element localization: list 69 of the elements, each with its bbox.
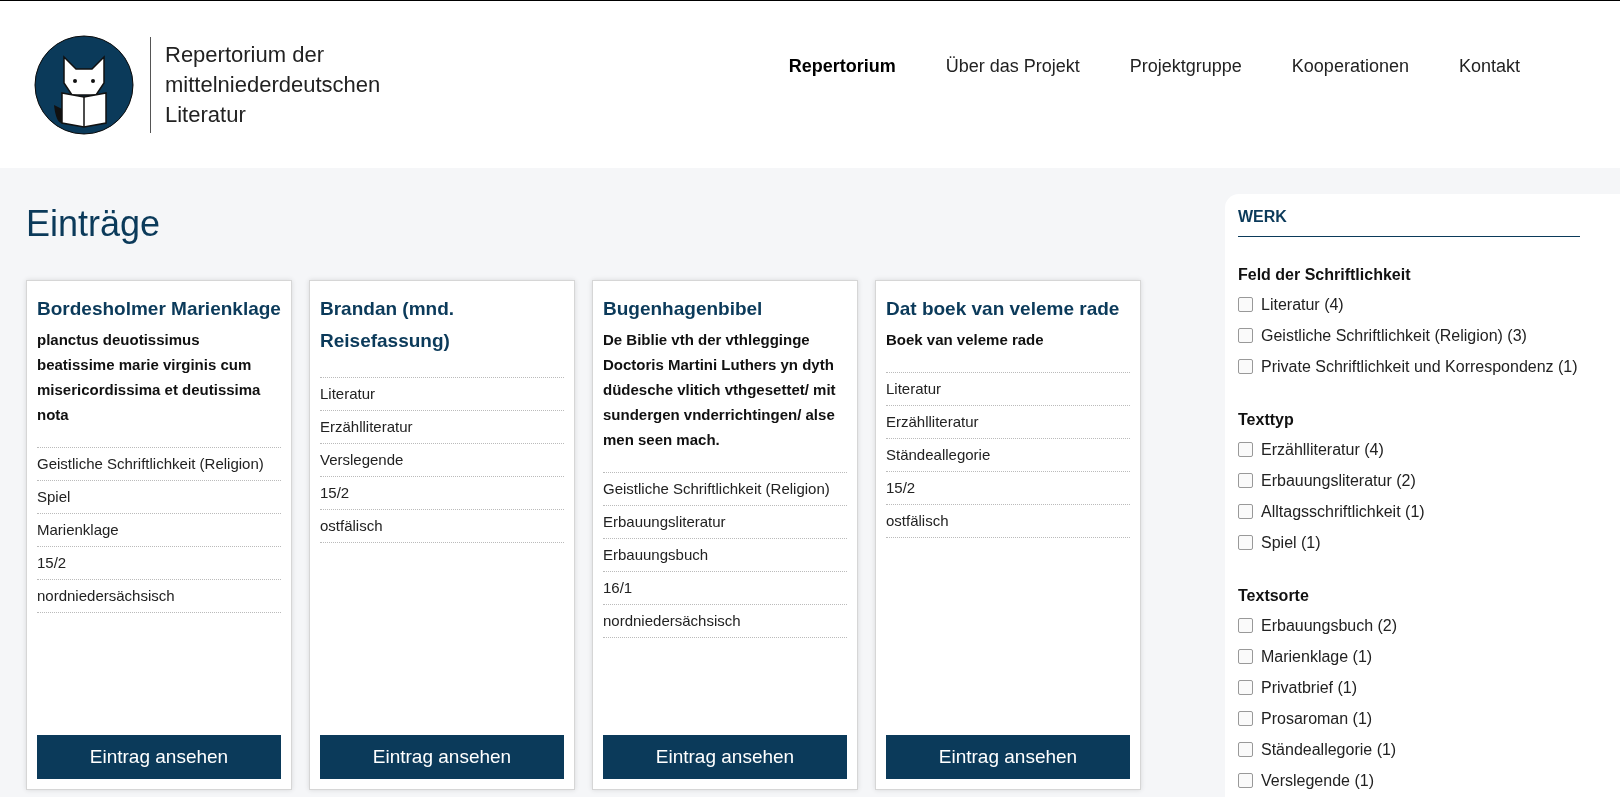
card-subtitle: planctus deuotissimus beatissime marie virginis cum misericordissima et deutissima nota: [37, 330, 262, 425]
filter-option[interactable]: Marienklage (1): [1261, 647, 1373, 666]
filter-option[interactable]: Literatur (4): [1261, 295, 1344, 314]
card-field: Ständeallegorie: [886, 439, 1130, 472]
filter-heading: WERK: [1238, 208, 1580, 237]
card-field: 15/2: [37, 547, 281, 580]
filter-checkbox[interactable]: [1238, 680, 1253, 695]
card-subtitle: Boek van veleme rade: [886, 330, 1045, 350]
nav-link[interactable]: Kontakt: [1458, 56, 1520, 77]
filter-checkbox[interactable]: [1238, 473, 1253, 488]
nav-link[interactable]: Projektgruppe: [1129, 56, 1242, 77]
card-field: Erzählliteratur: [320, 411, 564, 444]
filter-option[interactable]: Spiel (1): [1261, 533, 1321, 552]
card-subtitle: De Biblie vth der vthlegginge Doctoris Martini Luthers yn dyth düdesche vlitich vthgesettet/ mit sundergen vnderrichtingen/ alse men seen mach.: [603, 330, 837, 450]
nav-link[interactable]: Repertorium: [788, 56, 896, 77]
view-entry-button[interactable]: Eintrag ansehen: [886, 735, 1130, 779]
filter-checkbox[interactable]: [1238, 297, 1253, 312]
filter-option[interactable]: Ständeallegorie (1): [1261, 740, 1397, 759]
filter-option[interactable]: Erzählliteratur (4): [1261, 440, 1384, 459]
card-field: Literatur: [886, 373, 1130, 406]
filter-group-title: Textsorte: [1238, 586, 1310, 606]
filter-checkbox[interactable]: [1238, 359, 1253, 374]
filter-option[interactable]: Verslegende (1): [1261, 771, 1374, 790]
fox-logo-icon[interactable]: [34, 34, 134, 135]
site-title[interactable]: Repertorium der mittelniederdeutschen Literatur: [165, 39, 395, 130]
card-field: 16/1: [603, 572, 847, 605]
filter-checkbox[interactable]: [1238, 504, 1253, 519]
card-field: Spiel: [37, 481, 281, 514]
filter-option[interactable]: Private Schriftlichkeit und Korrespondenz (1): [1261, 357, 1578, 376]
filter-checkbox[interactable]: [1238, 442, 1253, 457]
card-title: Bordesholmer Marienklage: [37, 297, 281, 321]
page-title: Einträge: [26, 202, 162, 246]
view-entry-button[interactable]: Eintrag ansehen: [320, 735, 564, 779]
card-title: Dat boek van veleme rade: [886, 297, 1121, 321]
filter-checkbox[interactable]: [1238, 773, 1253, 788]
card-title: Brandan (mnd. Reisefassung): [320, 297, 456, 353]
filter-checkbox[interactable]: [1238, 649, 1253, 664]
card-field: Geistliche Schriftlichkeit (Religion): [37, 448, 281, 481]
view-entry-button[interactable]: Eintrag ansehen: [603, 735, 847, 779]
filter-checkbox[interactable]: [1238, 742, 1253, 757]
filter-option[interactable]: Geistliche Schriftlichkeit (Religion) (3): [1261, 326, 1527, 345]
nav-link[interactable]: Kooperationen: [1291, 56, 1409, 77]
card-field: Verslegende: [320, 444, 564, 477]
card-field: Geistliche Schriftlichkeit (Religion): [603, 473, 847, 506]
card-field: Literatur: [320, 378, 564, 411]
filter-option[interactable]: Erbauungsbuch (2): [1261, 616, 1398, 635]
filter-checkbox[interactable]: [1238, 328, 1253, 343]
card-field: 15/2: [320, 477, 564, 510]
card-field: Erbauungsbuch: [603, 539, 847, 572]
filter-option[interactable]: Prosaroman (1): [1261, 709, 1373, 728]
view-entry-button[interactable]: Eintrag ansehen: [37, 735, 281, 779]
filter-checkbox[interactable]: [1238, 618, 1253, 633]
card-field: ostfälisch: [320, 510, 564, 543]
filter-option[interactable]: Erbauungsliteratur (2): [1261, 471, 1416, 490]
filter-checkbox[interactable]: [1238, 535, 1253, 550]
filter-option[interactable]: Privatbrief (1): [1261, 678, 1358, 697]
filter-option[interactable]: Alltagsschriftlichkeit (1): [1261, 502, 1425, 521]
card-field: 15/2: [886, 472, 1130, 505]
card-title: Bugenhagenbibel: [603, 297, 764, 321]
nav-link[interactable]: Über das Projekt: [945, 56, 1080, 77]
card-field: ostfälisch: [886, 505, 1130, 538]
filter-group-title: Texttyp: [1238, 410, 1295, 430]
filter-group-title: Feld der Schriftlichkeit: [1238, 265, 1412, 285]
card-field: nordniedersächsisch: [37, 580, 281, 613]
card-field: Erbauungsliteratur: [603, 506, 847, 539]
card-field: nordniedersächsisch: [603, 605, 847, 638]
card-field: Marienklage: [37, 514, 281, 547]
card-field: Erzählliteratur: [886, 406, 1130, 439]
filter-checkbox[interactable]: [1238, 711, 1253, 726]
